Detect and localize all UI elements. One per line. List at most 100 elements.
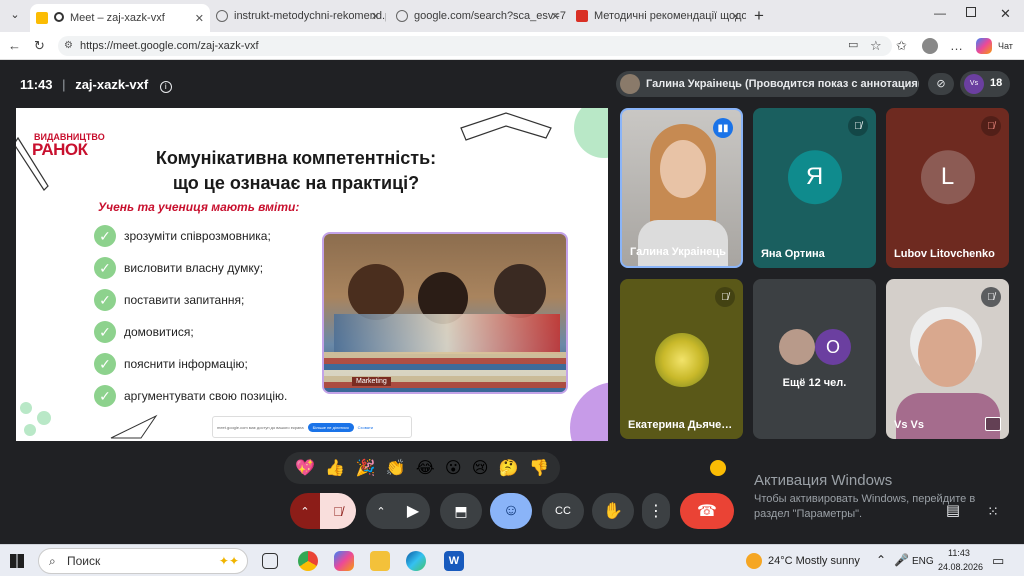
more-participants-tile[interactable]: О Ещё 12 чел. [753, 279, 876, 439]
party-reaction[interactable]: 🎉 [356, 458, 376, 478]
file-explorer-icon[interactable] [370, 551, 390, 571]
captions-button[interactable]: CC [542, 493, 584, 529]
thumbs-down-reaction[interactable]: 👎 [529, 458, 549, 478]
shared-slide: ВИДАВНИЦТВО РАНОК Комунікативна компетен… [16, 108, 608, 441]
language-indicator[interactable]: ENG [912, 556, 934, 567]
taskbar-search-input[interactable]: ⌕ Поиск ✦✦ [38, 548, 248, 574]
check-icon: ✓ [94, 289, 116, 311]
red-logo-icon [576, 10, 588, 22]
participant-body [896, 393, 1000, 439]
info-icon[interactable]: i [159, 81, 172, 93]
participant-tile-5[interactable]: 🎙̸ Vs Vs [886, 279, 1009, 439]
copilot-taskbar-icon[interactable] [334, 551, 354, 571]
chrome-icon[interactable] [298, 551, 318, 571]
participant-body [638, 220, 728, 266]
pin-icon[interactable] [985, 417, 1001, 431]
surprised-reaction[interactable]: 😮 [445, 458, 462, 478]
mic-options-button[interactable]: ⌃ [290, 493, 320, 529]
close-tab-icon[interactable]: ✕ [731, 10, 740, 23]
tab-google-search[interactable]: google.com/search?sca_esv=7e6 ✕ [390, 4, 566, 28]
list-item: ✓ поставити запитання; [94, 288, 244, 312]
clock-date[interactable]: 24.08.2026 [938, 562, 983, 572]
close-tab-icon[interactable]: ✕ [551, 10, 560, 23]
participant-tile-4[interactable]: 🎙̸ Екатерина Дьяченко [620, 279, 743, 439]
stop-sharing-button[interactable]: Більше не ділитися [307, 422, 354, 432]
notifications-icon[interactable]: ▭ [992, 553, 1004, 569]
more-menu-icon[interactable]: … [950, 38, 963, 53]
task-view-icon[interactable] [262, 553, 278, 569]
list-item: ✓ пояснити інформацію; [94, 352, 248, 376]
screen-share-notice: meet.google.com має доступ до вашого екр… [212, 416, 412, 438]
green-dot-a [20, 402, 32, 414]
speaking-icon: ▮▮ [713, 118, 733, 138]
windows-start-icon[interactable] [10, 554, 24, 568]
reload-icon[interactable]: ↻ [34, 38, 45, 54]
minimize-button[interactable]: — [934, 6, 946, 20]
participant-tile-1[interactable]: ▮▮ Галина Украінець [620, 108, 743, 268]
sparkling-heart-reaction[interactable]: 💖 [295, 458, 315, 478]
meet-favicon-icon [36, 12, 48, 24]
profile-avatar[interactable] [922, 38, 938, 54]
browser-tab-bar: ⌄ Meet – zaj-xazk-vxf ✕ instrukt-metodyc… [0, 0, 1024, 32]
list-item-text: пояснити інформацію; [124, 357, 248, 371]
tab-title: instrukt-metodychni-rekomend.p [234, 10, 386, 22]
participant-avatar: О [815, 329, 851, 365]
weather-icon[interactable] [746, 553, 762, 569]
skin-tone-picker[interactable] [710, 460, 726, 476]
favorites-icon[interactable]: ✩ [896, 38, 907, 54]
tab-meet[interactable]: Meet – zaj-xazk-vxf ✕ [30, 4, 210, 32]
sad-reaction[interactable]: 😢 [472, 458, 489, 478]
tray-chevron-icon[interactable]: ⌃ [876, 553, 886, 567]
restore-button[interactable] [966, 7, 976, 17]
leave-call-button[interactable]: ☎ [680, 493, 734, 529]
thumbs-up-reaction[interactable]: 👍 [325, 458, 345, 478]
chat-label[interactable]: Чат [998, 41, 1013, 51]
presenter-indicator[interactable]: Галина Украінець (Проводится показ с анн… [616, 71, 919, 97]
tab-metodychni[interactable]: Методичні рекомендації щодо в ✕ [570, 4, 746, 28]
word-icon[interactable]: W [444, 551, 464, 571]
close-tab-icon[interactable]: ✕ [371, 10, 380, 23]
close-tab-icon[interactable]: ✕ [195, 12, 204, 25]
hide-notice-link[interactable]: Сховати [358, 425, 373, 430]
students-photo: Marketing [322, 232, 568, 394]
more-options-button[interactable]: ⋮ [642, 493, 670, 529]
list-item-text: зрозуміти співрозмовника; [124, 229, 271, 243]
chat-panel-button[interactable]: ▤ [940, 498, 966, 524]
thinking-reaction[interactable]: 🤔 [499, 458, 519, 478]
participant-tile-3[interactable]: L 🎙̸ Lubov Litovchenko [886, 108, 1009, 268]
camera-icon[interactable]: ▭ [848, 38, 858, 51]
raise-hand-button[interactable]: ✋ [592, 493, 634, 529]
check-icon: ✓ [94, 321, 116, 343]
mic-toggle-button[interactable]: 🎙̸ [320, 493, 356, 529]
participants-button[interactable]: Vs 18 [960, 71, 1010, 97]
tab-instrukt[interactable]: instrukt-metodychni-rekomend.p ✕ [210, 4, 386, 28]
edge-icon[interactable] [406, 551, 426, 571]
participant-tile-2[interactable]: Я 🎙̸ Яна Ортина [753, 108, 876, 268]
search-highlight-icon: ✦✦ [218, 554, 239, 568]
weather-text[interactable]: 24°C Mostly sunny [768, 555, 860, 567]
microphone-tray-icon[interactable]: 🎤 [894, 553, 909, 567]
mic-off-icon: 🎙̸ [981, 287, 1001, 307]
record-dot-icon [54, 12, 64, 22]
present-screen-button[interactable]: ⬒ [440, 493, 482, 529]
camera-options-button[interactable]: ⌃ [366, 493, 396, 529]
close-window-button[interactable]: ✕ [1000, 6, 1011, 22]
clock-time[interactable]: 11:43 [948, 548, 970, 558]
participant-name: Lubov Litovchenko [894, 248, 995, 260]
address-input[interactable]: ⚙ https://meet.google.com/zaj-xazk-vxf [58, 36, 892, 56]
laugh-reaction[interactable]: 😂 [416, 458, 435, 478]
no-camera-icon[interactable]: ⊘ [928, 73, 954, 95]
emoji-button[interactable]: ☺ [490, 493, 532, 529]
site-info-icon[interactable]: ⚙ [64, 36, 73, 56]
bookmark-star-icon[interactable]: ☆ [870, 38, 882, 54]
new-tab-button[interactable]: + [754, 6, 764, 26]
tab-list-dropdown-icon[interactable]: ⌄ [6, 8, 24, 24]
search-icon: ⌕ [49, 554, 56, 568]
camera-toggle-button[interactable]: ▶ [396, 493, 430, 529]
list-item-text: аргументувати свою позицію. [124, 389, 288, 403]
copilot-icon[interactable] [976, 38, 992, 54]
clap-reaction[interactable]: 👏 [386, 458, 406, 478]
activities-button[interactable]: ⁙ [980, 498, 1006, 524]
back-arrow-icon[interactable]: ← [8, 38, 21, 53]
book-sketch [460, 112, 552, 141]
